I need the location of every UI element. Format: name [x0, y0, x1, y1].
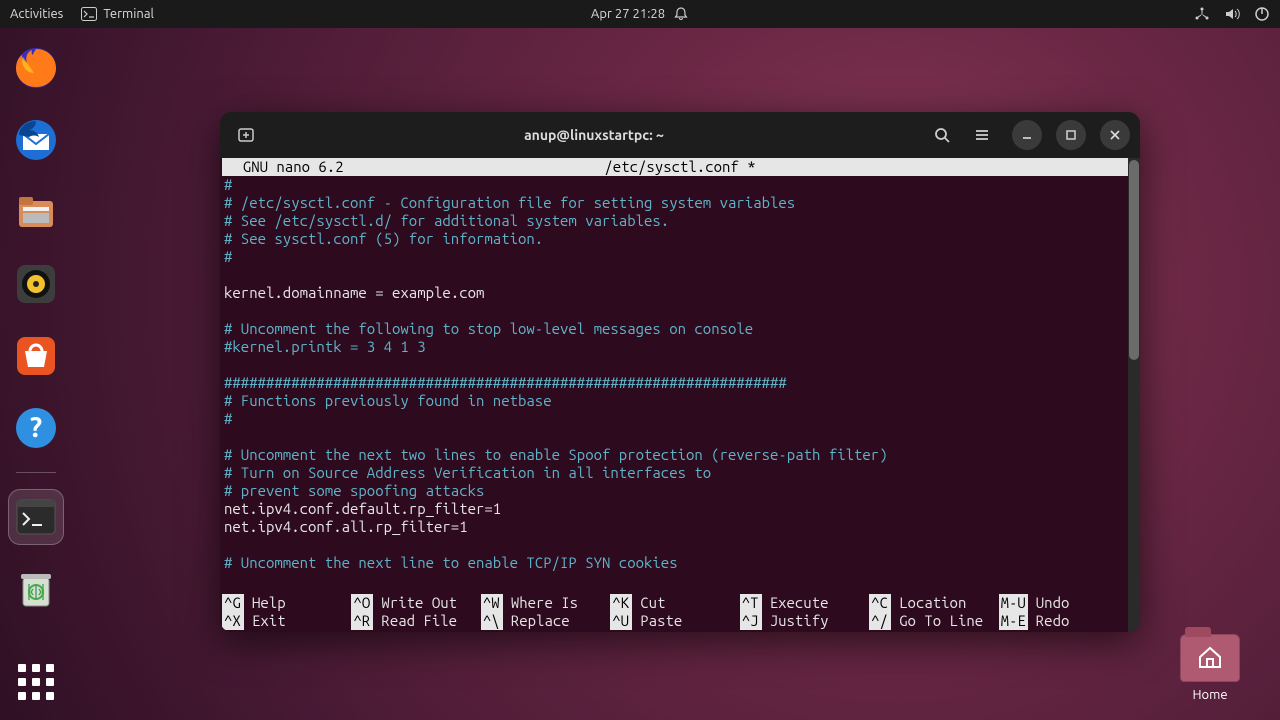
- nano-line: # Uncomment the next line to enable TCP/…: [224, 554, 1132, 572]
- notification-icon[interactable]: [673, 6, 689, 22]
- dock-trash[interactable]: [8, 561, 64, 617]
- terminal-title: anup@linuxstartpc: ~: [270, 127, 918, 143]
- top-bar: Activities Terminal Apr 27 21:28: [0, 0, 1280, 28]
- show-applications-button[interactable]: [18, 664, 54, 700]
- terminal-window: anup@linuxstartpc: ~ GNU nano 6.2 /etc/s…: [220, 112, 1140, 632]
- hamburger-icon: [973, 126, 991, 144]
- current-app-label: Terminal: [103, 7, 154, 21]
- minimize-icon: [1021, 129, 1033, 141]
- nano-shortcut: M-UUndo: [999, 594, 1128, 612]
- search-button[interactable]: [926, 119, 958, 151]
- nano-line: # Turn on Source Address Verification in…: [224, 464, 1132, 482]
- nano-line: [224, 536, 1132, 554]
- maximize-icon: [1065, 129, 1077, 141]
- close-button[interactable]: [1100, 120, 1130, 150]
- dock-software[interactable]: [8, 328, 64, 384]
- nano-line: # Functions previously found in netbase: [224, 392, 1132, 410]
- nano-line: # See sysctl.conf (5) for information.: [224, 230, 1132, 248]
- terminal-titlebar: anup@linuxstartpc: ~: [220, 112, 1140, 158]
- nano-shortcut: ^GHelp: [222, 594, 351, 612]
- scrollbar-thumb[interactable]: [1129, 160, 1139, 360]
- hamburger-menu-button[interactable]: [966, 119, 998, 151]
- close-icon: [1109, 129, 1121, 141]
- dock-files[interactable]: [8, 184, 64, 240]
- nano-shortcut: ^RRead File: [351, 612, 480, 630]
- nano-line: #kernel.printk = 3 4 1 3: [224, 338, 1132, 356]
- nano-shortcut: ^TExecute: [740, 594, 869, 612]
- maximize-button[interactable]: [1056, 120, 1086, 150]
- dock-firefox[interactable]: [8, 40, 64, 96]
- nano-shortcut: ^CLocation: [869, 594, 998, 612]
- clock[interactable]: Apr 27 21:28: [591, 7, 665, 21]
- nano-content: ## /etc/sysctl.conf - Configuration file…: [222, 176, 1134, 572]
- nano-footer: ^GHelp^OWrite Out^WWhere Is^KCut^TExecut…: [222, 594, 1128, 630]
- dock-help[interactable]: ?: [8, 400, 64, 456]
- minimize-button[interactable]: [1012, 120, 1042, 150]
- new-tab-button[interactable]: [230, 119, 262, 151]
- nano-shortcut: M-ERedo: [999, 612, 1128, 630]
- desktop-home-folder[interactable]: Home: [1180, 634, 1240, 702]
- nano-line: #: [224, 176, 1132, 194]
- nano-line: # prevent some spoofing attacks: [224, 482, 1132, 500]
- nano-line: #: [224, 248, 1132, 266]
- nano-line: # Uncomment the next two lines to enable…: [224, 446, 1132, 464]
- nano-shortcut: ^/Go To Line: [869, 612, 998, 630]
- nano-line: [224, 266, 1132, 284]
- terminal-icon: [81, 7, 97, 21]
- nano-line: # See /etc/sysctl.d/ for additional syst…: [224, 212, 1132, 230]
- nano-status-bar: GNU nano 6.2 /etc/sysctl.conf * .: [222, 158, 1134, 176]
- nano-line: # /etc/sysctl.conf - Configuration file …: [224, 194, 1132, 212]
- volume-icon[interactable]: [1224, 6, 1240, 22]
- svg-text:?: ?: [30, 412, 42, 443]
- home-icon: [1197, 645, 1223, 669]
- nano-shortcut: ^OWrite Out: [351, 594, 480, 612]
- nano-line: [224, 302, 1132, 320]
- terminal-body[interactable]: GNU nano 6.2 /etc/sysctl.conf * . ## /et…: [220, 158, 1140, 632]
- nano-line: # Uncomment the following to stop low-le…: [224, 320, 1132, 338]
- power-icon[interactable]: [1254, 6, 1270, 22]
- nano-shortcut: ^KCut: [610, 594, 739, 612]
- nano-shortcut: ^\Replace: [481, 612, 610, 630]
- nano-filename: /etc/sysctl.conf *: [220, 158, 1140, 176]
- nano-shortcut: ^UPaste: [610, 612, 739, 630]
- nano-line: ########################################…: [224, 374, 1132, 392]
- nano-shortcut: ^XExit: [222, 612, 351, 630]
- nano-line: [224, 428, 1132, 446]
- nano-line: kernel.domainname = example.com: [224, 284, 1132, 302]
- dock-terminal[interactable]: [8, 489, 64, 545]
- nano-shortcut: ^WWhere Is: [481, 594, 610, 612]
- current-app[interactable]: Terminal: [81, 7, 154, 21]
- dock-thunderbird[interactable]: [8, 112, 64, 168]
- network-icon[interactable]: [1194, 6, 1210, 22]
- search-icon: [933, 126, 951, 144]
- dock-rhythmbox[interactable]: [8, 256, 64, 312]
- activities-button[interactable]: Activities: [10, 7, 63, 21]
- dock: ?: [8, 40, 64, 617]
- nano-shortcut: ^JJustify: [740, 612, 869, 630]
- nano-line: #: [224, 410, 1132, 428]
- desktop-home-label: Home: [1180, 688, 1240, 702]
- nano-line: net.ipv4.conf.default.rp_filter=1: [224, 500, 1132, 518]
- nano-line: net.ipv4.conf.all.rp_filter=1: [224, 518, 1132, 536]
- nano-line: [224, 356, 1132, 374]
- dock-separator: [16, 472, 56, 473]
